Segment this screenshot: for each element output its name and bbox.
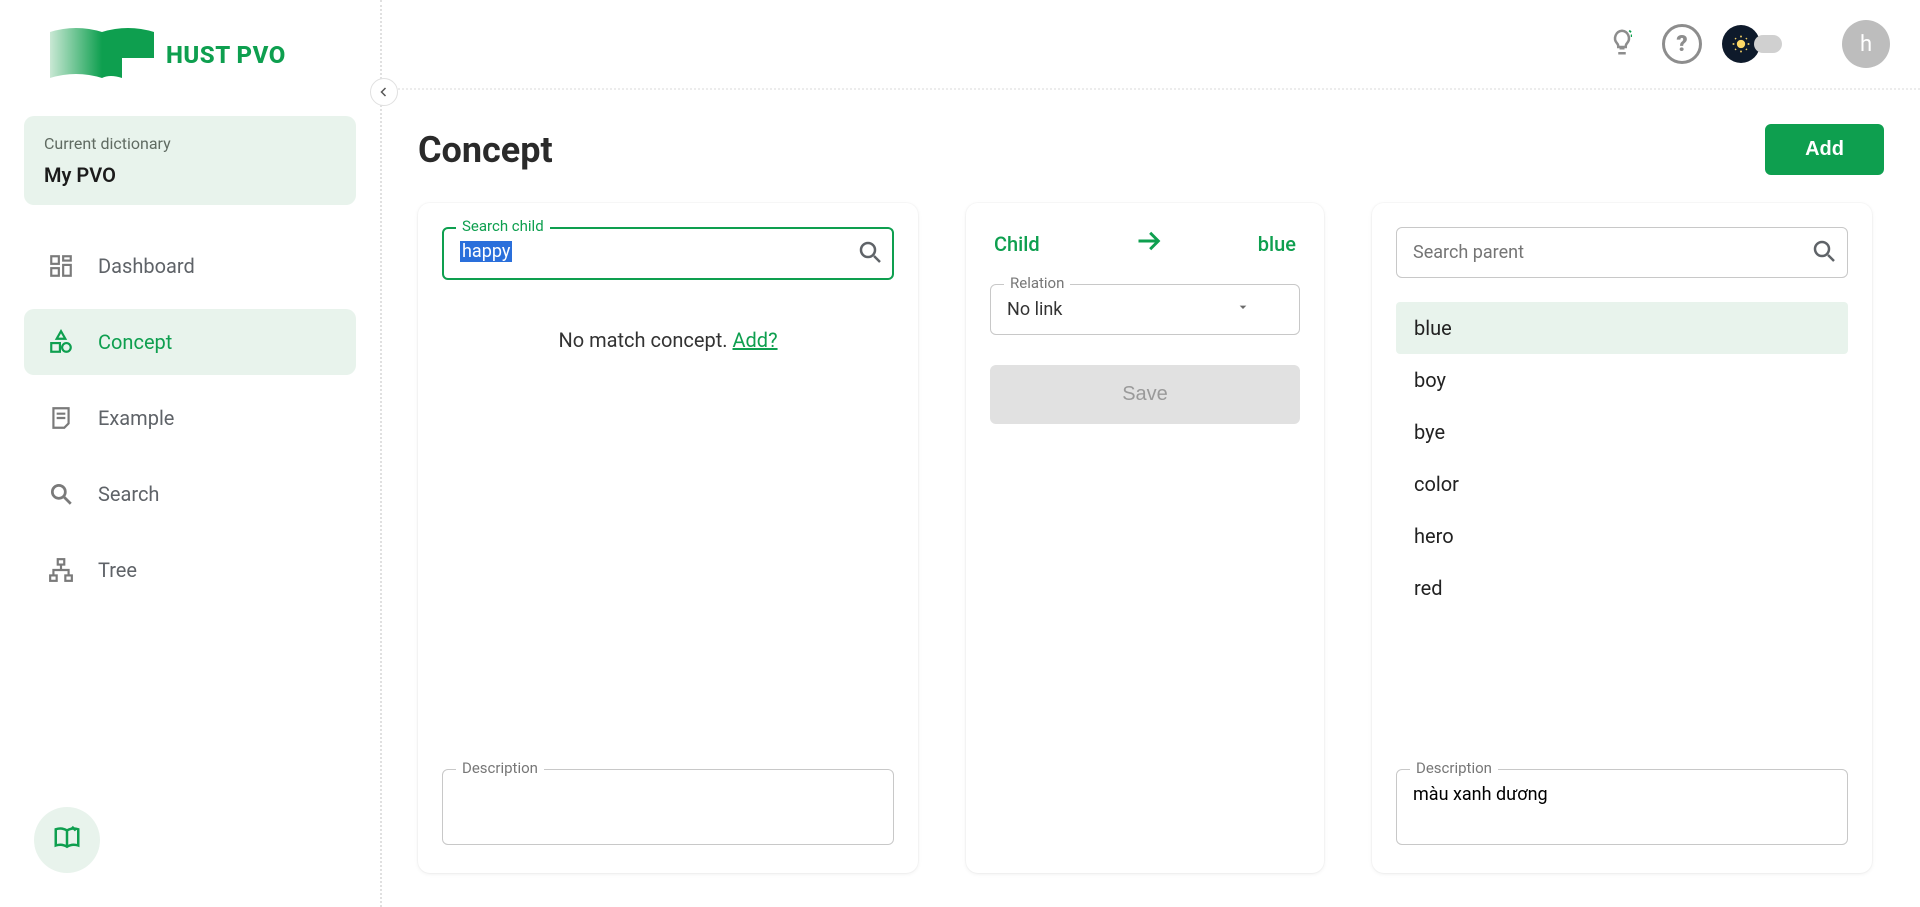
parent-description-input[interactable] <box>1396 769 1848 845</box>
parent-result-item[interactable]: blue <box>1396 302 1848 354</box>
child-description-field: Description <box>442 769 894 849</box>
search-parent-field <box>1396 227 1848 278</box>
brand-name: HUST PVO <box>166 41 286 69</box>
parent-description-label: Description <box>1410 759 1498 777</box>
parent-description-field: Description <box>1396 769 1848 849</box>
open-book-icon <box>52 823 82 857</box>
parent-results-list: blueboybyecolorherored <box>1396 302 1848 614</box>
no-match-message: No match concept. Add? <box>442 328 894 352</box>
relation-select-field: Relation No link <box>990 284 1300 335</box>
dictionary-fab[interactable] <box>34 807 100 873</box>
save-button[interactable]: Save <box>990 365 1300 424</box>
suggestion-button[interactable] <box>1602 24 1642 64</box>
search-icon[interactable] <box>858 240 882 268</box>
page-header: Concept Add <box>418 124 1884 175</box>
relation-header: Child blue <box>990 227 1300 260</box>
toggle-track <box>1754 35 1782 53</box>
sidebar-collapse-button[interactable] <box>370 78 398 106</box>
dashboard-icon <box>48 253 74 279</box>
topbar: ? h <box>382 0 1920 90</box>
arrow-right-icon <box>1135 227 1163 260</box>
parent-result-item[interactable]: bye <box>1396 406 1848 458</box>
theme-toggle[interactable] <box>1722 25 1782 63</box>
shapes-icon <box>48 329 74 355</box>
child-description-input[interactable] <box>442 769 894 845</box>
sidebar-item-search[interactable]: Search <box>24 461 356 527</box>
page-title: Concept <box>418 129 553 171</box>
sidebar-item-label: Example <box>98 406 174 430</box>
avatar-initial: h <box>1860 32 1872 57</box>
brand-logo: HUST PVO <box>46 24 356 86</box>
current-dictionary-label: Current dictionary <box>44 134 336 153</box>
sidebar: HUST PVO Current dictionary My PVO Dashb… <box>0 0 382 907</box>
relation-left-label: Child <box>994 232 1040 256</box>
sidebar-item-label: Search <box>98 482 159 506</box>
parent-result-item[interactable]: color <box>1396 458 1848 510</box>
chevron-left-icon <box>378 83 390 102</box>
parent-result-item[interactable]: red <box>1396 562 1848 614</box>
brand-mark-icon <box>46 24 156 86</box>
help-button[interactable]: ? <box>1662 24 1702 64</box>
add-button[interactable]: Add <box>1765 124 1884 175</box>
lightbulb-icon <box>1607 27 1637 61</box>
question-icon: ? <box>1676 32 1687 57</box>
parent-result-item[interactable]: boy <box>1396 354 1848 406</box>
no-match-add-link[interactable]: Add? <box>732 328 777 352</box>
caret-down-icon <box>1235 299 1251 320</box>
current-dictionary-card[interactable]: Current dictionary My PVO <box>24 116 356 205</box>
relation-right-label: blue <box>1258 232 1296 256</box>
sidebar-item-label: Dashboard <box>98 254 195 278</box>
search-icon <box>48 481 74 507</box>
sidebar-item-label: Tree <box>98 558 137 582</box>
child-description-label: Description <box>456 759 544 777</box>
search-child-field: Search child happy <box>442 227 894 280</box>
relation-field-label: Relation <box>1004 274 1070 292</box>
parent-result-item[interactable]: hero <box>1396 510 1848 562</box>
main-content: Concept Add Search child happy No match … <box>382 90 1920 907</box>
no-match-text: No match concept. <box>558 328 732 352</box>
search-parent-input[interactable] <box>1396 227 1848 278</box>
sidebar-item-dashboard[interactable]: Dashboard <box>24 233 356 299</box>
sidebar-item-tree[interactable]: Tree <box>24 537 356 603</box>
search-child-label: Search child <box>456 217 550 235</box>
note-icon <box>48 405 74 431</box>
user-avatar[interactable]: h <box>1842 20 1890 68</box>
child-panel: Search child happy No match concept. Add… <box>418 203 918 873</box>
relation-select-value: No link <box>1007 299 1062 320</box>
search-icon[interactable] <box>1812 239 1836 267</box>
current-dictionary-name: My PVO <box>44 163 336 187</box>
relation-panel: Child blue Relation No link Save <box>966 203 1324 873</box>
panels-row: Search child happy No match concept. Add… <box>418 203 1884 873</box>
sidebar-item-concept[interactable]: Concept <box>24 309 356 375</box>
sidebar-item-example[interactable]: Example <box>24 385 356 451</box>
sidebar-item-label: Concept <box>98 330 172 354</box>
parent-panel: blueboybyecolorherored Description <box>1372 203 1872 873</box>
tree-icon <box>48 557 74 583</box>
sidebar-nav: Dashboard Concept Example Search Tree <box>24 233 356 603</box>
